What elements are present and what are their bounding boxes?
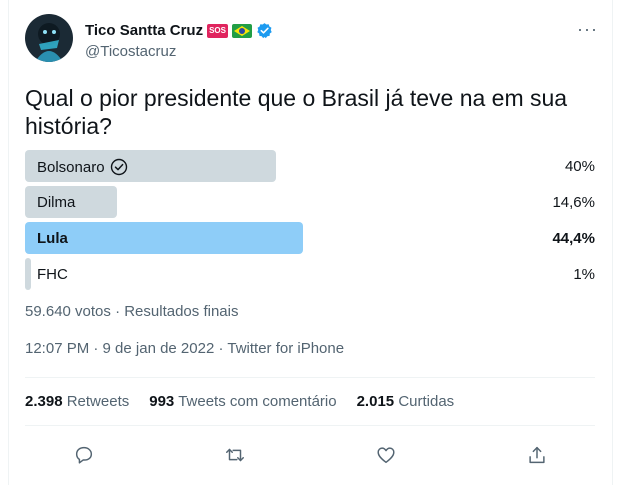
poll-option-label: Dilma [37, 194, 75, 211]
retweets-label: Retweets [66, 393, 130, 410]
sos-badge: SOS [207, 23, 228, 38]
poll-option-percent: 14,6% [552, 194, 595, 211]
poll: Bolsonaro 40% Dilma 14,6% Lula 44,4% FHC… [25, 150, 595, 294]
author-display-name[interactable]: Tico Santta Cruz [85, 22, 203, 39]
tweet-timestamp[interactable]: 12:07 PM · 9 de jan de 2022 · Twitter fo… [25, 340, 344, 357]
poll-option[interactable]: Lula 44,4% [25, 222, 595, 254]
author-handle[interactable]: @Ticostacruz [85, 43, 176, 60]
like-button[interactable] [369, 438, 403, 472]
poll-option-percent: 40% [564, 158, 595, 175]
poll-option[interactable]: Bolsonaro 40% [25, 150, 595, 182]
poll-option-text: Lula [37, 230, 68, 247]
retweet-button[interactable] [218, 438, 252, 472]
poll-option-label: Lula [37, 230, 68, 247]
quote-tweets-count: 993 [149, 393, 175, 410]
poll-option-percent: 1% [573, 266, 595, 283]
quote-tweets-label: Tweets com comentário [178, 393, 337, 410]
retweets-count: 2.398 [25, 393, 63, 410]
action-bar [9, 438, 612, 472]
check-circle-icon [110, 158, 128, 176]
reply-button[interactable] [67, 438, 101, 472]
more-options-icon[interactable]: ··· [577, 20, 598, 38]
verified-icon [256, 22, 273, 39]
author-name-row: Tico Santta Cruz SOS [85, 22, 273, 39]
retweets-stat[interactable]: 2.398 Retweets [25, 393, 129, 410]
heart-icon [377, 447, 395, 464]
avatar[interactable] [25, 14, 73, 62]
likes-label: Curtidas [398, 393, 455, 410]
poll-option-label: Bolsonaro [37, 158, 128, 176]
likes-count: 2.015 [356, 393, 395, 410]
share-button[interactable] [520, 438, 554, 472]
poll-option[interactable]: Dilma 14,6% [25, 186, 595, 218]
tweet-text: Qual o pior presidente que o Brasil já t… [25, 85, 568, 139]
poll-option-percent: 44,4% [552, 230, 595, 247]
poll-summary: 59.640 votos · Resultados finais [25, 303, 239, 320]
poll-option-text: FHC [37, 266, 68, 283]
likes-stat[interactable]: 2.015 Curtidas [357, 393, 455, 410]
divider [25, 425, 595, 426]
tweet-card: Tico Santta Cruz SOS @Ticostacruz ··· Qu… [8, 0, 613, 485]
poll-option-text: Dilma [37, 194, 76, 211]
poll-option-text: Bolsonaro [37, 158, 105, 176]
poll-option-label: FHC [37, 266, 68, 283]
poll-bar [25, 258, 32, 290]
reply-icon [76, 446, 93, 464]
brazil-flag-icon [231, 23, 252, 38]
engagement-stats: 2.398 Retweets 993 Tweets com comentário… [25, 393, 454, 410]
avatar-image [25, 14, 73, 62]
poll-option[interactable]: FHC 1% [25, 258, 595, 290]
retweet-icon [226, 448, 245, 462]
quote-tweets-stat[interactable]: 993 Tweets com comentário [149, 393, 336, 410]
divider [25, 377, 595, 378]
share-icon [529, 446, 545, 464]
